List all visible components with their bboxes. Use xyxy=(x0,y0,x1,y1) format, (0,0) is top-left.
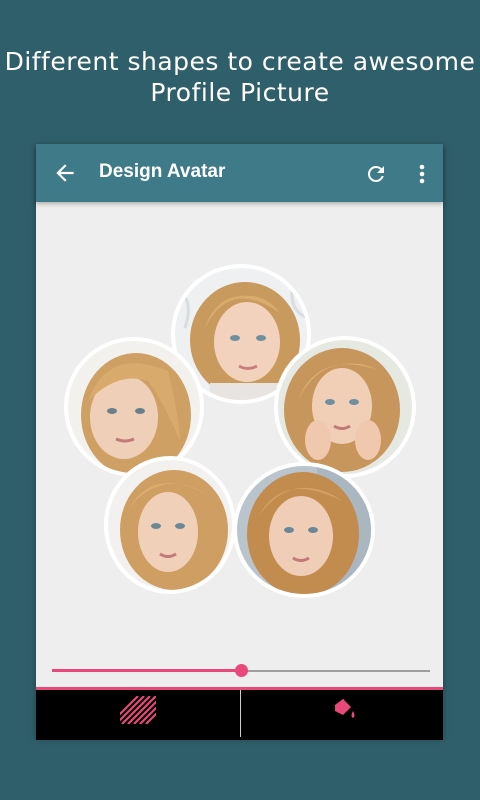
promo-line-2: Profile Picture xyxy=(150,78,330,107)
tab-fill-color[interactable] xyxy=(241,690,444,737)
page-title: Design Avatar xyxy=(99,161,226,182)
avatar-photo-right[interactable] xyxy=(278,340,412,474)
more-vert-icon[interactable] xyxy=(413,161,431,187)
slider-thumb[interactable] xyxy=(235,664,248,677)
size-slider[interactable] xyxy=(52,664,430,678)
girl-portrait-image xyxy=(68,341,200,473)
app-toolbar: Design Avatar xyxy=(36,144,443,202)
tab-pattern[interactable] xyxy=(36,690,239,737)
promo-line-1: Different shapes to create awesome xyxy=(4,47,476,76)
girl-portrait-image xyxy=(108,460,232,590)
phone-screen: Design Avatar xyxy=(36,144,443,740)
avatar-canvas[interactable] xyxy=(36,202,443,642)
slider-fill xyxy=(52,669,241,672)
promo-headline: Different shapes to create awesome Profi… xyxy=(0,46,480,108)
avatar-photo-bottom-right[interactable] xyxy=(237,466,371,594)
back-arrow-icon[interactable] xyxy=(52,160,78,186)
pattern-icon xyxy=(120,696,156,724)
girl-portrait-image xyxy=(237,466,371,594)
avatar-photo-bottom-left[interactable] xyxy=(108,460,232,590)
paint-bucket-icon xyxy=(335,699,355,718)
girl-portrait-image xyxy=(278,340,412,474)
avatar-photo-left[interactable] xyxy=(68,341,200,473)
refresh-icon[interactable] xyxy=(364,162,388,186)
bottom-toolbar xyxy=(36,687,443,740)
